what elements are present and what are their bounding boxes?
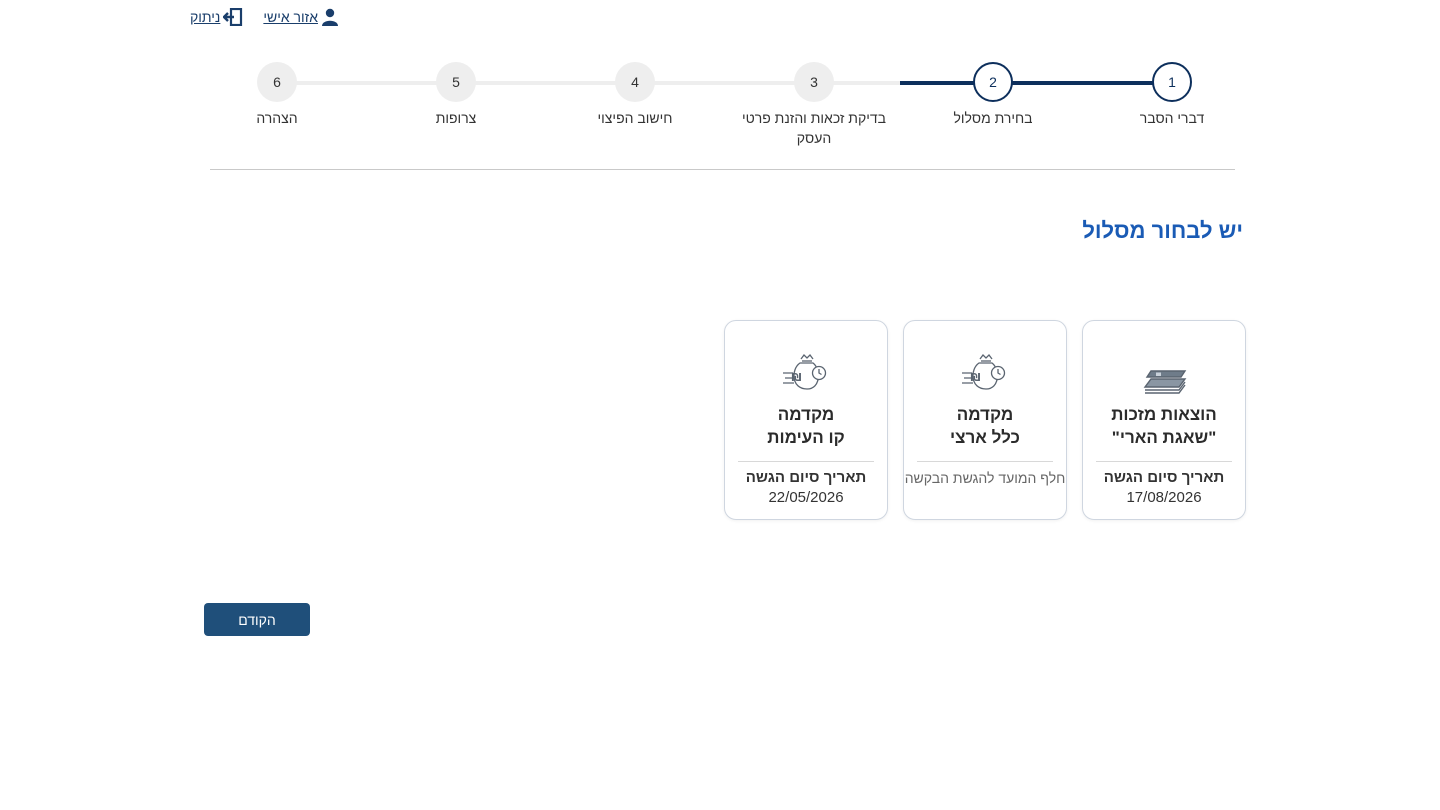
logout-icon bbox=[223, 8, 243, 26]
banknotes-icon bbox=[1139, 351, 1189, 395]
deadline-label: תאריך סיום הגשה bbox=[745, 469, 867, 486]
step-2-label: בחירת מסלול bbox=[953, 110, 1033, 126]
card-footer: חלף המועד להגשת הבקשה bbox=[905, 468, 1066, 488]
step-3-label: בדיקת זכאות והזנת פרטי העסק bbox=[741, 110, 886, 146]
personal-area-label: אזור אישי bbox=[263, 9, 318, 25]
step-5-circle: 5 bbox=[436, 62, 476, 102]
step-5[interactable]: 5 צרופות bbox=[366, 62, 546, 128]
page-title: יש לבחור מסלול bbox=[1082, 218, 1243, 243]
step-4-label: חישוב הפיצוי bbox=[597, 110, 673, 126]
money-bag-clock-icon: ₪ bbox=[781, 351, 831, 395]
step-4[interactable]: 4 חישוב הפיצוי bbox=[545, 62, 725, 128]
card-title-line1: מקדמה bbox=[777, 405, 835, 424]
step-6-label: הצהרה bbox=[256, 110, 298, 126]
user-icon bbox=[321, 8, 338, 26]
deadline-date: 22/05/2026 bbox=[768, 489, 844, 506]
step-2[interactable]: 2 בחירת מסלול bbox=[903, 62, 1083, 128]
step-4-circle: 4 bbox=[615, 62, 655, 102]
card-title-line2: קו העימות bbox=[767, 428, 845, 447]
back-button[interactable]: הקודם bbox=[204, 603, 310, 636]
logout-link[interactable]: ניתוק bbox=[190, 8, 243, 26]
progress-stepper: 1 דברי הסבר 2 בחירת מסלול 3 בדיקת זכאות … bbox=[210, 62, 1235, 170]
route-card-lion-roar-expenses[interactable]: הוצאות מזכות "שאגת הארי" תאריך סיום הגשה… bbox=[1082, 320, 1246, 520]
card-title: מקדמה קו העימות bbox=[767, 403, 844, 449]
step-6-circle: 6 bbox=[257, 62, 297, 102]
svg-text:₪: ₪ bbox=[792, 371, 802, 384]
card-divider bbox=[917, 461, 1053, 462]
card-divider bbox=[738, 461, 874, 462]
personal-area-link[interactable]: אזור אישי bbox=[263, 8, 339, 26]
step-1-label: דברי הסבר bbox=[1139, 110, 1205, 126]
card-divider bbox=[1096, 461, 1232, 462]
deadline-date: 17/08/2026 bbox=[1126, 489, 1202, 506]
card-title: הוצאות מזכות "שאגת הארי" bbox=[1111, 403, 1217, 449]
step-5-label: צרופות bbox=[435, 110, 477, 126]
step-1[interactable]: 1 דברי הסבר bbox=[1082, 62, 1262, 128]
step-1-circle: 1 bbox=[1152, 62, 1192, 102]
card-title-line1: הוצאות מזכות bbox=[1111, 405, 1217, 424]
money-bag-clock-icon: ₪ bbox=[960, 351, 1010, 395]
top-links: ניתוק אזור אישי bbox=[190, 8, 339, 26]
step-6[interactable]: 6 הצהרה bbox=[187, 62, 367, 128]
card-title-line2: "שאגת הארי" bbox=[1111, 428, 1217, 447]
card-footer: תאריך סיום הגשה 17/08/2026 bbox=[1104, 468, 1224, 508]
step-2-circle: 2 bbox=[973, 62, 1013, 102]
svg-text:₪: ₪ bbox=[971, 371, 981, 384]
card-footer: תאריך סיום הגשה 22/05/2026 bbox=[746, 468, 866, 508]
route-card-advance-confrontation-line[interactable]: ₪ מקדמה קו העימות תאריך סיום הגשה 22/05/… bbox=[724, 320, 888, 520]
step-3-circle: 3 bbox=[794, 62, 834, 102]
deadline-label: תאריך סיום הגשה bbox=[1103, 469, 1225, 486]
card-title-line1: מקדמה bbox=[956, 405, 1014, 424]
card-title-line2: כלל ארצי bbox=[950, 428, 1020, 447]
logout-link-label: ניתוק bbox=[190, 9, 221, 25]
card-title: מקדמה כלל ארצי bbox=[950, 403, 1020, 449]
deadline-passed-note: חלף המועד להגשת הבקשה bbox=[904, 470, 1066, 486]
route-cards: הוצאות מזכות "שאגת הארי" תאריך סיום הגשה… bbox=[724, 320, 1246, 520]
route-card-advance-nationwide[interactable]: ₪ מקדמה כלל ארצי חלף המועד להגשת הבקשה bbox=[903, 320, 1067, 520]
step-3[interactable]: 3 בדיקת זכאות והזנת פרטי העסק bbox=[724, 62, 904, 148]
